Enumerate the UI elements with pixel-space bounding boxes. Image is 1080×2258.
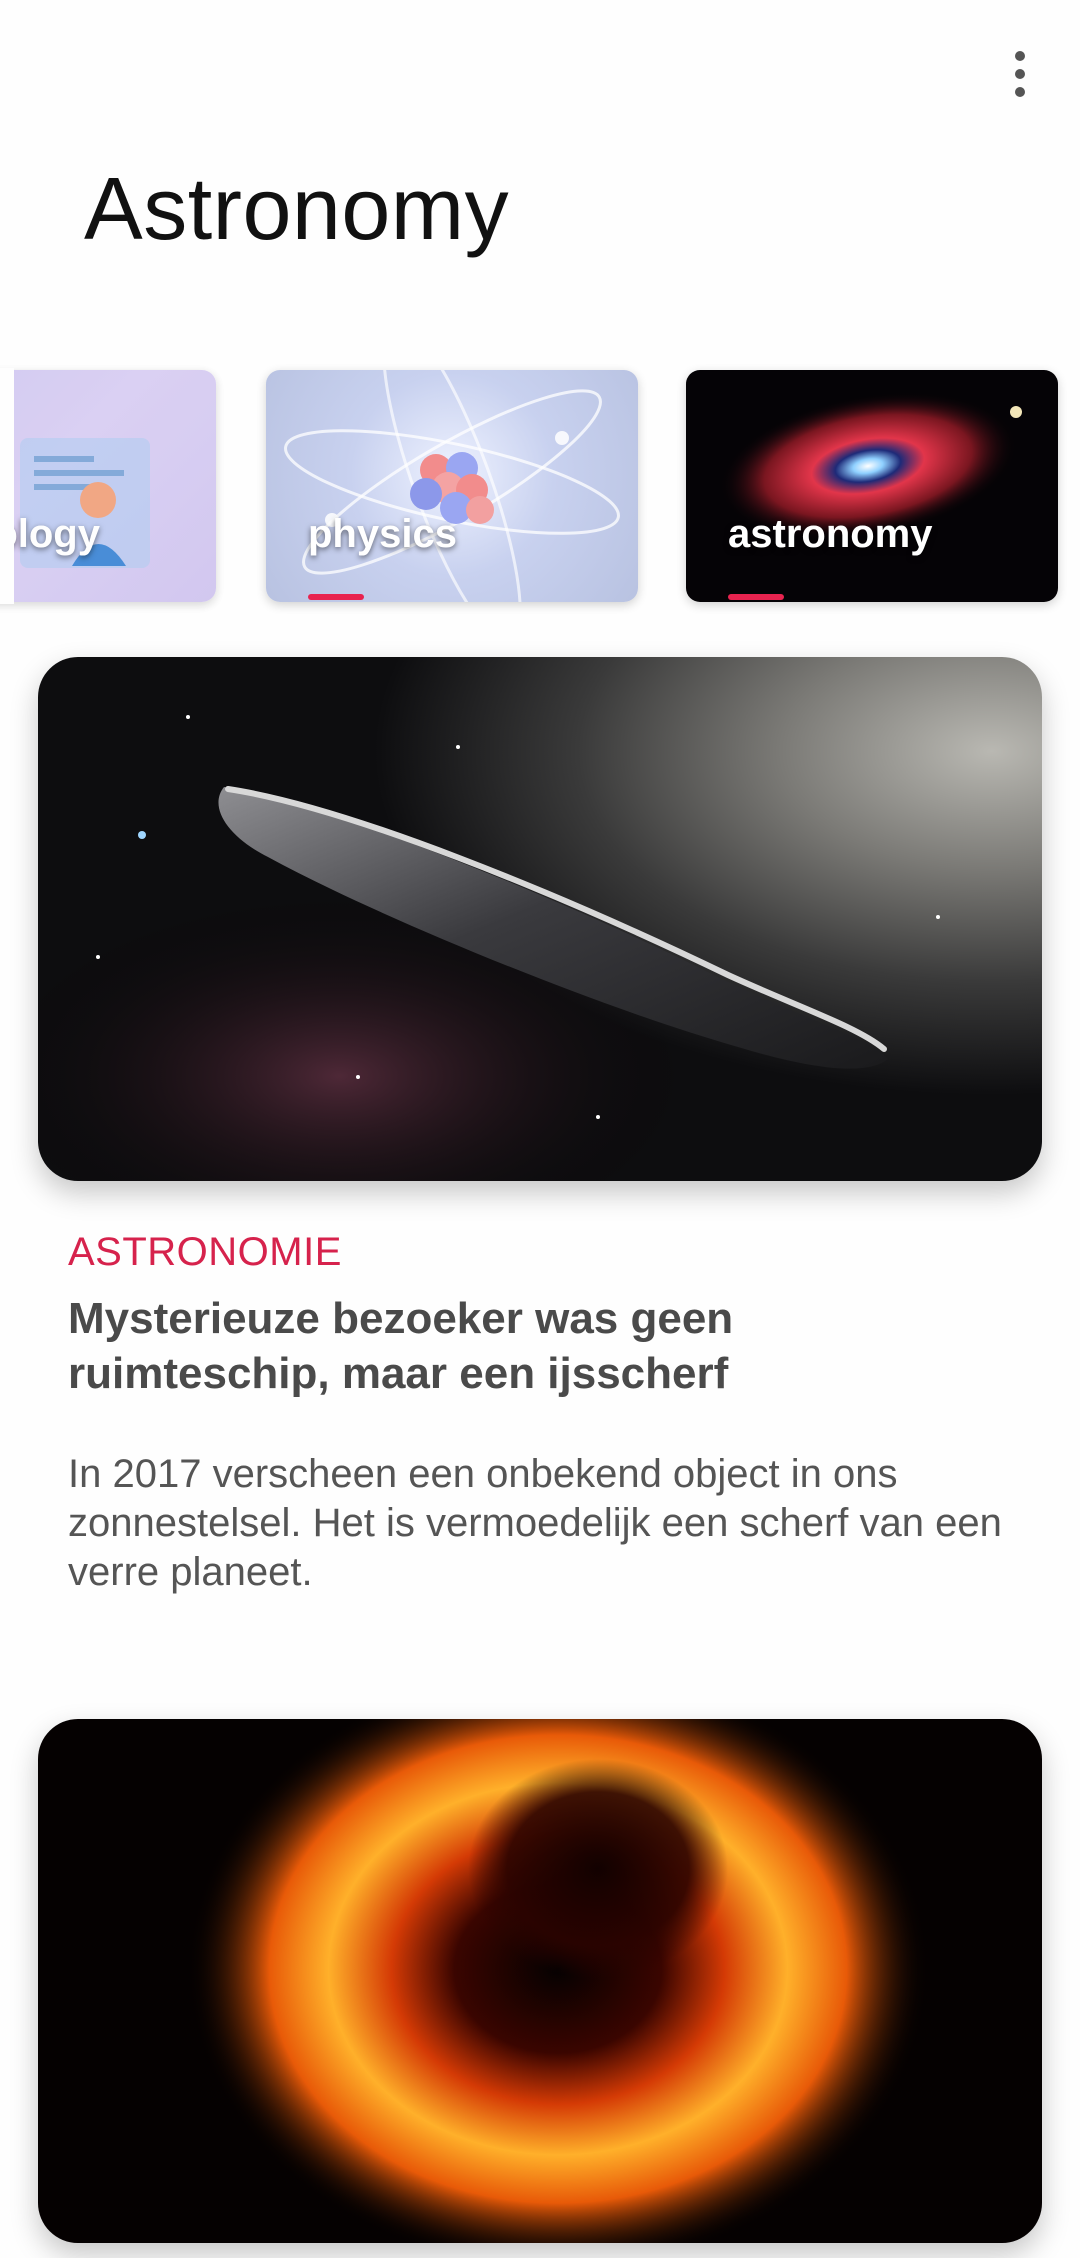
asteroid-illustration [38,657,1042,1181]
galaxy-illustration [719,392,1022,540]
page-title: Astronomy [84,159,510,258]
category-card-technology[interactable]: ology [0,370,216,602]
article-summary: In 2017 verscheen een onbekend object in… [68,1452,1002,1594]
category-card-astronomy[interactable]: astronomy [686,370,1058,602]
article-image-black-hole[interactable] [38,1719,1042,2243]
black-hole-illustration [188,1719,928,2243]
article-headline[interactable]: Mysterieuze bezoeker was geen ruimteschi… [68,1291,998,1401]
more-vertical-icon-dot [1015,87,1025,97]
screen: Astronomy ology physics astronomy ASTRON… [0,0,1080,2258]
more-vertical-icon-dot [1015,69,1025,79]
category-label-technology: ology [0,512,100,556]
atom-icon [284,370,620,602]
category-card-physics[interactable]: physics [266,370,638,602]
category-indicator-active [728,594,784,600]
more-vertical-icon-dot [1015,51,1025,61]
technology-illustration [20,438,150,568]
category-indicator [308,594,364,600]
carousel-edge [0,368,14,604]
category-carousel[interactable]: ology physics astronomy [0,368,1080,604]
category-label-astronomy: astronomy [728,512,933,556]
article-category-tag: ASTRONOMIE [68,1230,342,1274]
more-options-button[interactable] [988,42,1052,106]
article-image-oumuamua[interactable] [38,657,1042,1181]
category-label-physics: physics [308,512,457,556]
